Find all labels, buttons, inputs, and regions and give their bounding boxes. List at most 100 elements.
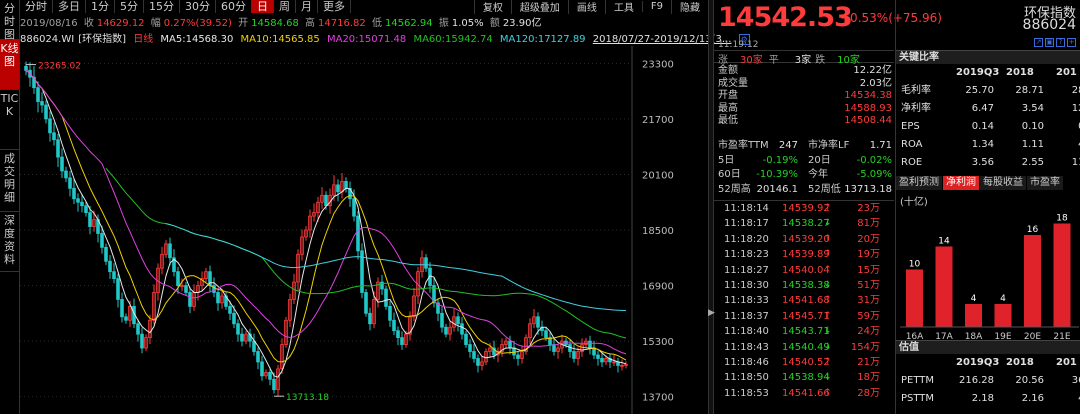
candle: [272, 378, 276, 391]
tick-time: 11:18:20: [724, 233, 769, 245]
y-tick-label: 20100: [642, 170, 674, 181]
candle: [124, 316, 128, 321]
stat-value: 14508.44: [844, 115, 892, 126]
kline-type[interactable]: 日线: [133, 34, 153, 45]
candle: [440, 312, 444, 328]
toolbar-button-1[interactable]: 超级叠加: [510, 0, 568, 14]
ratio-label: ROE: [901, 157, 923, 168]
panel-icon-3[interactable]: +: [1067, 38, 1076, 47]
candle: [116, 278, 120, 300]
view-tab-0[interactable]: 分时图: [0, 0, 19, 41]
tick-price: 14545.71: [782, 310, 830, 322]
panel-icon-2[interactable]: ?: [1056, 38, 1065, 47]
view-tab-1[interactable]: K线图: [0, 40, 19, 90]
tick-price: 14538.27: [782, 218, 830, 230]
candle: [176, 271, 180, 286]
period-tab-10[interactable]: 更多: [318, 0, 351, 13]
candle: [356, 215, 360, 252]
tick-time: 11:18:50: [724, 372, 769, 384]
tick-time: 11:18:33: [724, 295, 769, 307]
candle: [476, 358, 480, 366]
tick-row: 11:18:27 14540.04 ↑ 15万: [714, 263, 894, 278]
ratio-value: 0.14: [971, 121, 994, 132]
tick-list[interactable]: 11:18:14 14539.92 ↑ 23万 11:18:17 14538.27 ↓ 81万…: [714, 200, 894, 401]
valuation-value: -0.19%: [762, 154, 798, 166]
arrow-up-icon: ↑: [824, 356, 832, 367]
valuation-label: 20日: [808, 154, 831, 166]
profit-bar-label: 18: [1056, 214, 1068, 224]
candle: [444, 326, 448, 335]
valuation-header[interactable]: 估值: [896, 340, 1080, 354]
toolbar-button-3[interactable]: 工具: [604, 0, 642, 14]
tick-price: 14541.68: [782, 295, 830, 307]
change-pct: +0.53%: [840, 11, 889, 25]
candle: [588, 340, 592, 349]
period-tab-6[interactable]: 60分: [216, 0, 252, 13]
view-tab-4[interactable]: 深度资料: [0, 212, 19, 272]
ratio-label: 毛利率: [901, 85, 931, 96]
valuation-label: 60日: [718, 169, 741, 180]
period-tab-5[interactable]: 30分: [180, 0, 216, 13]
stat-label: 开盘: [718, 90, 738, 101]
valuation-value: -10.39%: [756, 169, 798, 180]
tick-price: 14539.92: [782, 203, 830, 214]
tick-row: 11:18:46 14540.52 ↑ 21万: [714, 355, 894, 370]
arrow-down-icon: ↓: [824, 326, 832, 337]
period-tab-3[interactable]: 5分: [115, 0, 144, 13]
period-tab-4[interactable]: 15分: [144, 0, 180, 13]
period-tab-8[interactable]: 周: [274, 0, 296, 13]
stat-row: 最低 14508.44: [714, 115, 894, 127]
tick-volume: 20万: [857, 233, 880, 245]
view-tab-3[interactable]: 成交明细: [0, 150, 19, 212]
kline-chart[interactable]: 23300 21700 20100 18500 16900 15300 13700 23265…: [20, 46, 708, 414]
tick-price: 14543.71: [782, 326, 830, 338]
toolbar-button-5[interactable]: 隐藏: [671, 0, 708, 14]
toolbar-button-0[interactable]: 复权: [473, 0, 511, 14]
view-tab-2[interactable]: TICK: [0, 90, 19, 150]
ratio-row: 净利率 6.47 3.54 12.4: [896, 100, 1080, 118]
tick-volume: 81万: [857, 218, 880, 230]
candle: [512, 347, 516, 356]
quote-date: 2019/08/16: [20, 18, 78, 29]
forecast-tab-0[interactable]: 盈利预测: [896, 176, 942, 190]
candle: [188, 292, 192, 307]
market-breadth: 涨 30家 平 3家 跌 10家: [714, 50, 894, 66]
candle: [60, 156, 64, 172]
range-value: 0.27%(39.52): [163, 18, 232, 29]
ma20-line: [25, 69, 627, 355]
tick-row: 11:18:14 14539.92 ↑ 23万: [714, 201, 894, 216]
period-tab-0[interactable]: 分时: [20, 0, 53, 13]
valuation-value: 1.71: [869, 140, 892, 151]
period-tab-1[interactable]: 多日: [53, 0, 86, 13]
period-tab-9[interactable]: 月: [296, 0, 318, 13]
toolbar-button-4[interactable]: F9: [641, 1, 671, 12]
candle: [324, 194, 328, 207]
high-value: 14716.82: [318, 18, 366, 29]
ratio-col: 2018: [1006, 67, 1034, 78]
amount-label: 额: [489, 18, 500, 29]
ratio-label: 净利率: [901, 103, 931, 114]
candle: [48, 118, 52, 134]
key-ratio-header[interactable]: 关键比率: [896, 50, 1080, 64]
arrow-up-icon: ↑: [824, 310, 832, 321]
y-tick-label: 21700: [642, 115, 674, 126]
candle: [392, 319, 396, 332]
profit-bar-label: 4: [971, 294, 977, 304]
period-tab-7[interactable]: 日: [252, 0, 274, 13]
forecast-tab-3[interactable]: 市盈率: [1027, 176, 1063, 190]
ratio-row: ROE 3.56 2.55 11.5: [896, 154, 1080, 172]
quote-time: 11:19:12: [718, 40, 759, 50]
tick-price: 14538.94: [782, 372, 830, 384]
forecast-tab-1[interactable]: 净利润: [943, 176, 979, 190]
arrow-up-icon: ↑: [824, 233, 832, 244]
candle: [104, 246, 108, 262]
panel-icon-0[interactable]: ↗: [1034, 38, 1043, 47]
panel-icon-1[interactable]: ▣: [1045, 38, 1054, 47]
forecast-tab-2[interactable]: 每股收益: [980, 176, 1026, 190]
period-tab-2[interactable]: 1分: [86, 0, 115, 13]
candle: [424, 257, 428, 269]
tick-time: 11:18:30: [724, 279, 769, 291]
toolbar-button-2[interactable]: 画线: [567, 0, 605, 14]
candle: [508, 340, 512, 349]
amp-label: 振: [438, 18, 449, 29]
